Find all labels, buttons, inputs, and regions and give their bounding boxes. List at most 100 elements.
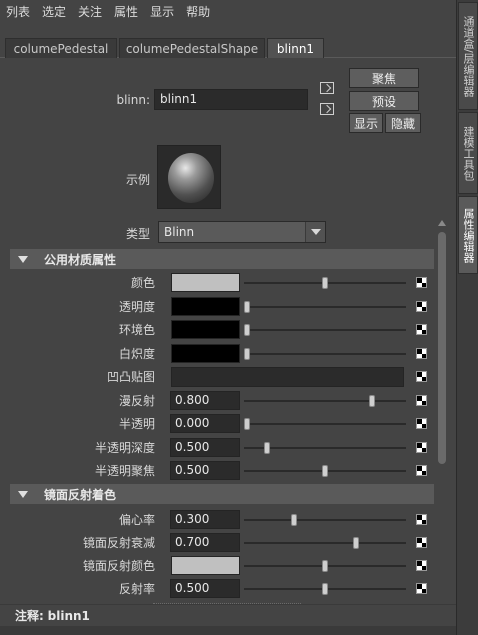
node-name-field[interactable]: blinn1 — [154, 89, 308, 110]
scroll-up-icon[interactable] — [438, 220, 446, 226]
color-swatch[interactable] — [171, 273, 240, 292]
slider-track[interactable] — [244, 329, 406, 331]
map-texture-icon[interactable] — [416, 394, 427, 406]
hide-button[interactable]: 隐藏 — [385, 113, 421, 133]
map-texture-icon[interactable] — [416, 300, 427, 312]
side-tab-strip: 通道盒/层编辑器 建模工具包 属性编辑器 — [456, 0, 478, 635]
map-texture-icon[interactable] — [416, 418, 427, 429]
side-tab-channel-box[interactable]: 通道盒/层编辑器 — [458, 2, 478, 110]
tab-blinn1[interactable]: blinn1 — [267, 38, 324, 58]
attribute-row: 半透明深度 0.500 — [10, 437, 434, 458]
attribute-row: 环境色 — [10, 320, 434, 340]
menu-show[interactable]: 显示 — [150, 3, 174, 20]
numeric-field[interactable]: 0.500 — [170, 461, 240, 480]
tab-colume-pedestal-shape[interactable]: columePedestalShape — [119, 38, 265, 58]
slider-handle[interactable] — [353, 537, 360, 549]
attribute-row: 偏心率 0.300 — [10, 510, 434, 530]
slider-track[interactable] — [244, 305, 406, 308]
attribute-label: 环境色 — [118, 323, 155, 337]
numeric-field[interactable]: 0.300 — [170, 510, 240, 529]
menu-focus[interactable]: 关注 — [78, 3, 102, 20]
material-type-dropdown[interactable]: Blinn — [158, 221, 326, 243]
collapse-arrow-icon — [18, 255, 28, 263]
menu-select[interactable]: 选定 — [42, 3, 66, 20]
slider-handle[interactable] — [244, 300, 250, 313]
slider-handle[interactable] — [322, 277, 328, 289]
attribute-row: 半透明聚焦 0.500 — [10, 461, 434, 481]
slider-track[interactable] — [244, 423, 406, 425]
slider-track[interactable] — [244, 352, 406, 355]
side-tab-modeling-toolkit[interactable]: 建模工具包 — [458, 112, 478, 194]
color-swatch[interactable] — [171, 556, 240, 575]
map-texture-icon[interactable] — [416, 514, 427, 525]
scrollbar-thumb[interactable] — [438, 232, 446, 464]
attribute-label: 镜面反射衰减 — [82, 536, 155, 550]
attribute-label: 半透明聚焦 — [94, 464, 155, 478]
chevron-down-icon — [305, 222, 325, 242]
slider-handle[interactable] — [244, 324, 250, 336]
name-label: blinn: — [116, 93, 150, 107]
map-texture-icon[interactable] — [416, 560, 427, 571]
slider-track[interactable] — [244, 519, 406, 521]
focus-button[interactable]: 聚焦 — [349, 68, 419, 88]
map-texture-icon[interactable] — [416, 537, 427, 548]
bump-map-field[interactable] — [171, 367, 404, 387]
slider-handle[interactable] — [322, 465, 328, 477]
section-common-material-attributes[interactable]: 公用材质属性 — [10, 249, 434, 269]
slider-track[interactable] — [244, 542, 406, 544]
section-specular-shading[interactable]: 镜面反射着色 — [10, 484, 434, 504]
presets-button[interactable]: 预设 — [349, 91, 419, 111]
map-texture-icon[interactable] — [416, 277, 427, 288]
slider-handle[interactable] — [368, 394, 375, 407]
menu-list[interactable]: 列表 — [6, 3, 30, 20]
slider-handle[interactable] — [322, 583, 328, 595]
attribute-row: 透明度 — [10, 296, 434, 317]
map-texture-icon[interactable] — [416, 583, 427, 594]
tab-colume-pedestal[interactable]: columePedestal — [5, 38, 117, 58]
slider-handle[interactable] — [263, 441, 270, 454]
color-swatch[interactable] — [171, 343, 240, 363]
numeric-field[interactable]: 0.500 — [170, 579, 240, 598]
attribute-row: 凹凸贴图 — [10, 367, 434, 387]
map-texture-icon[interactable] — [416, 465, 427, 476]
material-type-value: Blinn — [164, 225, 195, 239]
slider-handle[interactable] — [290, 514, 297, 526]
numeric-field[interactable]: 0.500 — [170, 437, 240, 457]
attribute-label: 颜色 — [130, 276, 155, 290]
attribute-label: 白炽度 — [118, 346, 155, 361]
attribute-label: 半透明深度 — [94, 440, 155, 455]
map-texture-icon[interactable] — [416, 347, 427, 359]
side-tab-attribute-editor[interactable]: 属性编辑器 — [458, 196, 478, 274]
output-connections-icon[interactable] — [320, 103, 334, 115]
attribute-row: 漫反射 0.800 — [10, 390, 434, 411]
attribute-row: 镜面反射颜色 — [10, 556, 434, 576]
attribute-scrollbar[interactable] — [437, 220, 447, 600]
color-swatch[interactable] — [171, 320, 240, 339]
numeric-field[interactable]: 0.000 — [170, 414, 240, 433]
map-texture-icon[interactable] — [416, 371, 427, 382]
slider-handle[interactable] — [322, 560, 328, 572]
attribute-label: 偏心率 — [118, 513, 155, 527]
attribute-row: 镜面反射衰减 0.700 — [10, 533, 434, 553]
numeric-field[interactable]: 0.800 — [170, 390, 240, 410]
color-swatch[interactable] — [171, 296, 240, 316]
attribute-label: 半透明 — [118, 417, 155, 431]
slider-track[interactable] — [244, 399, 406, 402]
attribute-label: 透明度 — [118, 299, 155, 314]
map-texture-icon[interactable] — [416, 441, 427, 453]
map-texture-icon[interactable] — [416, 324, 427, 335]
attribute-label: 漫反射 — [118, 393, 155, 408]
menu-help[interactable]: 帮助 — [186, 3, 210, 20]
attribute-row: 反射率 0.500 — [10, 579, 434, 599]
slider-handle[interactable] — [244, 347, 250, 360]
attribute-row: 颜色 — [10, 273, 434, 293]
sample-label: 示例 — [125, 173, 150, 187]
section-title: 公用材质属性 — [44, 252, 117, 267]
slider-handle[interactable] — [244, 418, 250, 430]
input-connections-icon[interactable] — [320, 82, 334, 94]
numeric-field[interactable]: 0.700 — [170, 533, 240, 552]
show-button[interactable]: 显示 — [349, 113, 383, 133]
notes-text-area[interactable] — [0, 626, 456, 635]
attribute-label: 凹凸贴图 — [106, 370, 155, 384]
menu-attributes[interactable]: 属性 — [114, 3, 138, 20]
